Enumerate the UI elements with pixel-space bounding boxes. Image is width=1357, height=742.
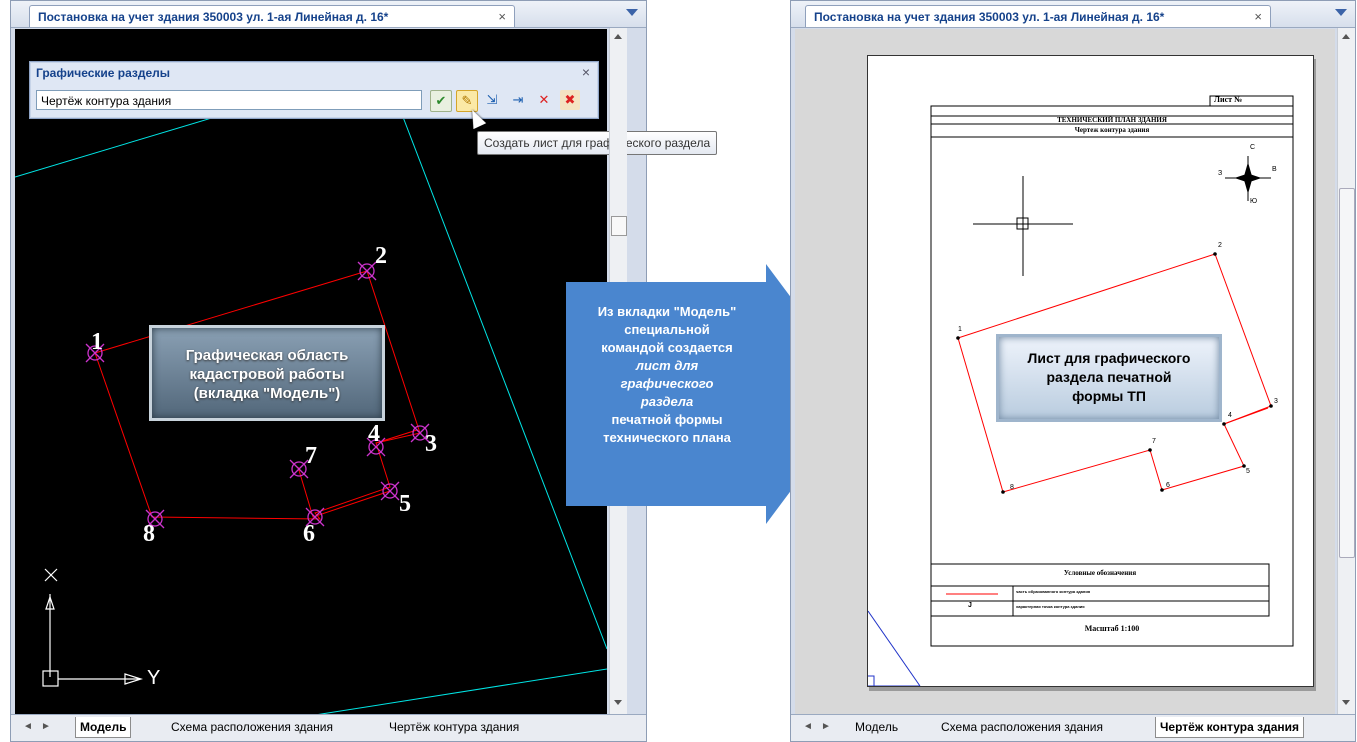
ucs-icon	[42, 568, 144, 687]
model-callout-line: кадастровой работы	[189, 366, 345, 383]
point-label-4: 4	[368, 421, 380, 447]
legend-row-1: часть образованного контура здания	[1016, 589, 1091, 594]
scroll-down-icon[interactable]	[614, 700, 622, 705]
left-document-tab-title: Постановка на учет здания 350003 ул. 1-а…	[38, 10, 389, 24]
right-document-tab[interactable]: Постановка на учет здания 350003 ул. 1-а…	[805, 5, 1271, 27]
scroll-down-icon[interactable]	[1342, 700, 1350, 705]
sheet-point-label-7: 7	[1152, 438, 1156, 445]
right-vertical-scrollbar[interactable]	[1337, 28, 1355, 714]
point-label-2: 2	[375, 243, 387, 269]
tab-next-icon[interactable]: ►	[41, 721, 51, 732]
legend-title: Условные обозначения	[1063, 569, 1137, 577]
point-label-8: 8	[143, 521, 155, 547]
compass-east: В	[1272, 166, 1277, 173]
scroll-thumb[interactable]	[1339, 188, 1355, 558]
sheet-callout-line: формы ТП	[1072, 388, 1146, 404]
point-label-5: 5	[399, 491, 411, 517]
sheet-point-label-3: 3	[1274, 398, 1278, 405]
sheet-point-label-5: 5	[1246, 468, 1250, 475]
scroll-up-icon[interactable]	[614, 34, 622, 39]
close-icon[interactable]: ×	[1254, 6, 1262, 28]
panel-title: Графические разделы	[36, 66, 171, 80]
model-callout-line: (вкладка "Модель")	[193, 385, 341, 402]
point-label-6: 6	[303, 521, 315, 547]
right-document-tabbar: Постановка на учет здания 350003 ул. 1-а…	[791, 1, 1355, 28]
sheet-number-label: Лист №	[1214, 95, 1243, 104]
sheet-point-label-4: 4	[1228, 412, 1232, 419]
compass-icon	[1225, 156, 1271, 201]
sheet-point-label-6: 6	[1166, 482, 1170, 489]
section-select[interactable]: Чертёж контура здания	[36, 90, 422, 110]
sheet-subtitle: Чертеж контура здания	[1074, 126, 1150, 134]
sheet-tab-location-scheme[interactable]: Схема расположения здания	[941, 717, 1103, 737]
model-area-callout: Графическая область кадастровой работы (…	[149, 325, 385, 421]
export-section-icon[interactable]: ⇥	[508, 90, 528, 110]
tab-prev-icon[interactable]: ◄	[803, 721, 813, 732]
point-label-3: 3	[425, 431, 437, 457]
note-line: специальной	[624, 322, 710, 337]
graphic-sections-panel: Графические разделы × Чертёж контура зда…	[29, 61, 599, 119]
delete-section-icon[interactable]: ✕	[534, 90, 554, 110]
sheet-scale: Масштаб 1:100	[1084, 624, 1140, 633]
boundary-line	[314, 668, 607, 715]
note-line: командой создается	[601, 340, 733, 355]
sheet-tab-location-scheme[interactable]: Схема расположения здания	[171, 717, 333, 737]
sheet-callout-line: раздела печатной	[1046, 369, 1172, 385]
sheet-title: ТЕХНИЧЕСКИЙ ПЛАН ЗДАНИЯ	[1057, 116, 1167, 124]
left-document-tabbar: Постановка на учет здания 350003 ул. 1-а…	[11, 1, 646, 28]
panel-close-icon[interactable]: ×	[582, 64, 590, 80]
legend-row-2: характерная точка контура здания	[1016, 604, 1085, 609]
compass-north: С	[1250, 144, 1256, 151]
create-sheet-tooltip: Создать лист для графического раздела	[477, 131, 718, 155]
check-sections-icon[interactable]: ✔	[430, 90, 452, 112]
note-line: Из вкладки "Модель"	[597, 304, 737, 319]
left-sheet-tabbar: ◄ ► Модель Схема расположения здания Чер…	[11, 714, 646, 741]
right-window: Постановка на учет здания 350003 ул. 1-а…	[790, 0, 1356, 742]
scroll-up-icon[interactable]	[1342, 34, 1350, 39]
sheet-tab-model[interactable]: Модель	[75, 717, 132, 738]
sheet-callout-line: Лист для графического	[1027, 350, 1191, 366]
left-document-tab[interactable]: Постановка на учет здания 350003 ул. 1-а…	[29, 5, 515, 27]
compass-south: Ю	[1250, 198, 1258, 205]
note-line: раздела	[640, 394, 694, 409]
note-line: графического	[620, 376, 714, 391]
point-label-7: 7	[305, 443, 317, 469]
scroll-thumb[interactable]	[611, 216, 627, 236]
sheet-point-label-8: 8	[1010, 484, 1014, 491]
tab-menu-icon[interactable]	[1335, 9, 1347, 16]
point-label-1: 1	[91, 329, 103, 355]
transition-note: Из вкладки "Модель" специальной командой…	[567, 303, 767, 447]
sheet-callout: Лист для графического раздела печатной ф…	[996, 334, 1222, 422]
sheet-point-label-1: 1	[958, 326, 962, 333]
axis-label-y: Y	[147, 667, 161, 689]
crosshair-icon	[973, 176, 1073, 276]
tab-menu-icon[interactable]	[626, 9, 638, 16]
sheet-ucs-icon	[868, 610, 921, 686]
right-sheet-tabbar: ◄ ► Модель Схема расположения здания Чер…	[791, 714, 1355, 741]
legend-row-2-symbol: J	[968, 602, 972, 609]
sheet-tab-contour-drawing[interactable]: Чертёж контура здания	[389, 717, 519, 737]
tab-next-icon[interactable]: ►	[821, 721, 831, 732]
sheet-tab-model[interactable]: Модель	[855, 717, 898, 737]
left-window: Постановка на учет здания 350003 ул. 1-а…	[10, 0, 718, 742]
sheet-point-label-2: 2	[1218, 242, 1222, 249]
delete-sheet-icon[interactable]: ✖	[560, 90, 580, 110]
sheet-tab-contour-drawing[interactable]: Чертёж контура здания	[1155, 717, 1305, 738]
compass-west: З	[1218, 170, 1223, 177]
printed-sheet: Лист № ТЕХНИЧЕСКИЙ ПЛАН ЗДАНИЯ Чертеж ко…	[867, 55, 1314, 687]
tab-prev-icon[interactable]: ◄	[23, 721, 33, 732]
model-callout-line: Графическая область	[185, 347, 349, 364]
close-icon[interactable]: ×	[498, 6, 506, 28]
note-line: технического плана	[603, 430, 731, 445]
note-line: печатной формы	[611, 412, 723, 427]
right-document-tab-title: Постановка на учет здания 350003 ул. 1-а…	[814, 10, 1165, 24]
import-section-icon[interactable]: ⇲	[482, 90, 502, 110]
note-line: лист для	[635, 358, 699, 373]
